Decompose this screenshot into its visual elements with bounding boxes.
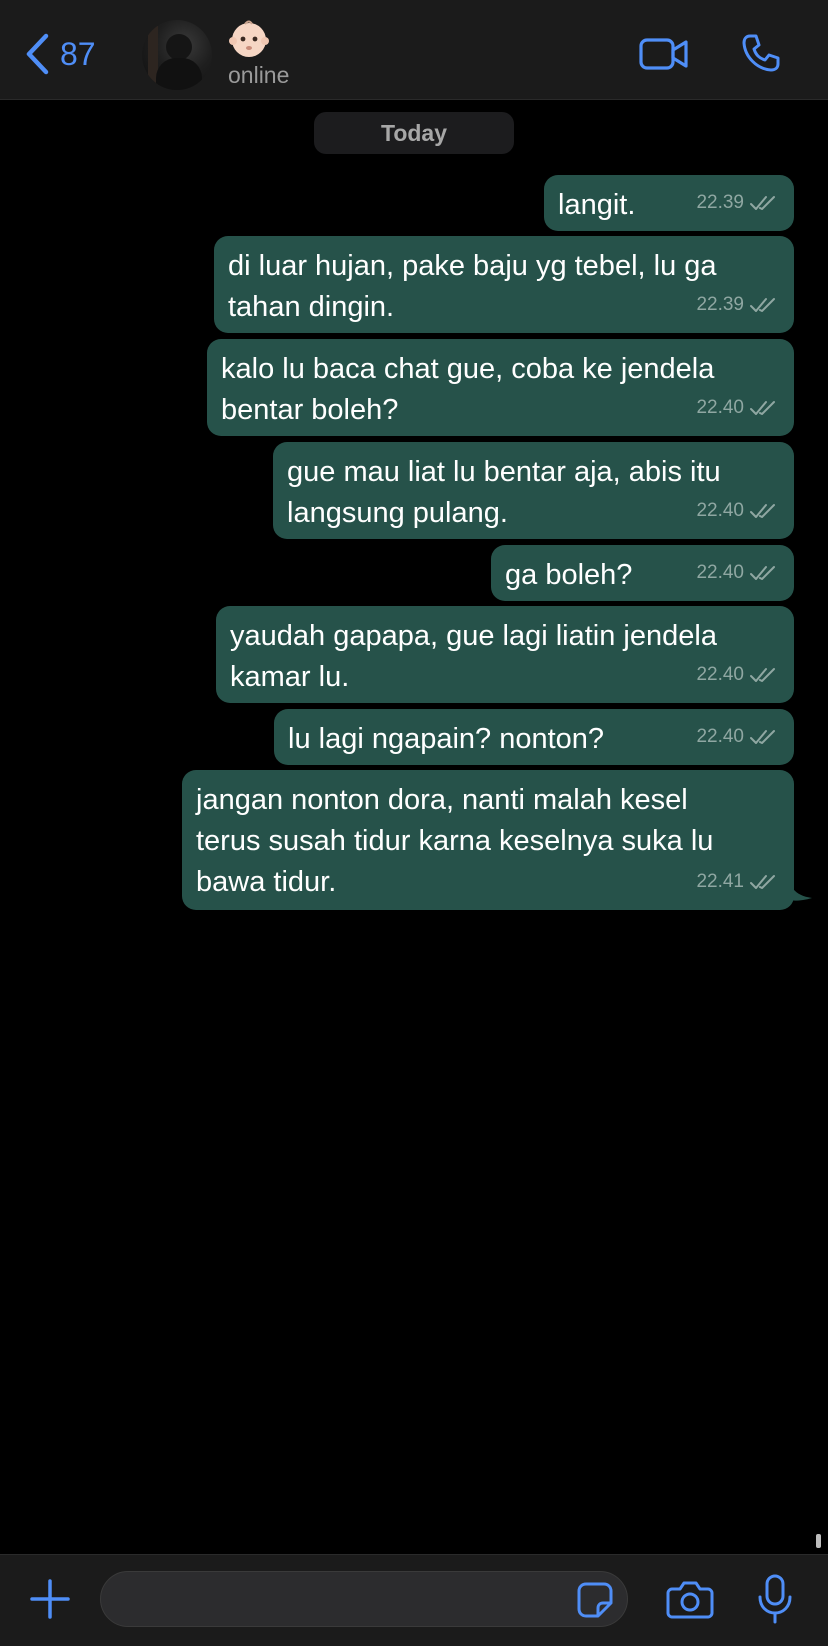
microphone-icon[interactable] xyxy=(756,1573,794,1625)
video-call-icon[interactable] xyxy=(638,34,690,74)
double-check-icon xyxy=(750,400,775,415)
message-bubble[interactable]: lu lagi ngapain? nonton? 22.40 xyxy=(274,709,794,765)
plus-icon[interactable] xyxy=(28,1577,72,1621)
double-check-icon xyxy=(750,565,775,580)
message-bubble[interactable]: di luar hujan, pake baju yg tebel, lu ga… xyxy=(214,236,794,333)
message-meta: 22.39 xyxy=(696,284,778,325)
double-check-icon xyxy=(750,874,775,889)
double-check-icon xyxy=(750,729,775,744)
scroll-indicator[interactable] xyxy=(816,1534,821,1548)
message-meta: 22.41 xyxy=(696,861,778,902)
message-meta: 22.40 xyxy=(696,654,778,695)
message-bubble[interactable]: kalo lu baca chat gue, coba ke jendela b… xyxy=(207,339,794,436)
message-time: 22.40 xyxy=(696,500,744,521)
double-check-icon xyxy=(750,195,775,210)
message-composer xyxy=(0,1554,828,1646)
message-time: 22.40 xyxy=(696,664,744,685)
message-meta: 22.39 xyxy=(696,182,778,223)
message-meta: 22.40 xyxy=(696,490,778,531)
message-time: 22.39 xyxy=(696,192,744,213)
unread-count: 87 xyxy=(60,35,96,72)
camera-icon[interactable] xyxy=(666,1579,714,1621)
double-check-icon xyxy=(750,503,775,518)
bubble-tail xyxy=(788,880,812,901)
chevron-left-icon xyxy=(26,33,49,75)
message-bubble[interactable]: gue mau liat lu bentar aja, abis itu lan… xyxy=(273,442,794,539)
double-check-icon xyxy=(750,667,775,682)
baby-face-emoji-icon[interactable] xyxy=(228,18,270,60)
message-meta: 22.40 xyxy=(696,716,778,757)
contact-status: online xyxy=(228,62,290,88)
message-text: jangan nonton dora, nanti malah kesel te… xyxy=(196,784,714,898)
message-time: 22.41 xyxy=(696,871,744,892)
message-meta: 22.40 xyxy=(696,552,778,593)
back-button[interactable]: 87 xyxy=(24,28,96,80)
phone-icon[interactable] xyxy=(740,32,782,74)
message-input[interactable] xyxy=(100,1571,628,1627)
message-bubble[interactable]: ga boleh? 22.40 xyxy=(491,545,794,601)
message-time: 22.40 xyxy=(696,562,744,583)
message-time: 22.39 xyxy=(696,294,744,315)
double-check-icon xyxy=(750,297,775,312)
message-time: 22.40 xyxy=(696,397,744,418)
date-separator: Today xyxy=(314,112,514,154)
message-meta: 22.40 xyxy=(696,387,778,428)
message-bubble[interactable]: jangan nonton dora, nanti malah kesel te… xyxy=(182,770,794,910)
message-bubble[interactable]: langit. 22.39 xyxy=(544,175,794,231)
avatar[interactable] xyxy=(142,20,212,90)
message-time: 22.40 xyxy=(696,726,744,747)
message-bubble[interactable]: yaudah gapapa, gue lagi liatin jendela k… xyxy=(216,606,794,703)
chat-header: 87 online xyxy=(0,0,828,100)
sticker-icon[interactable] xyxy=(576,1581,614,1619)
